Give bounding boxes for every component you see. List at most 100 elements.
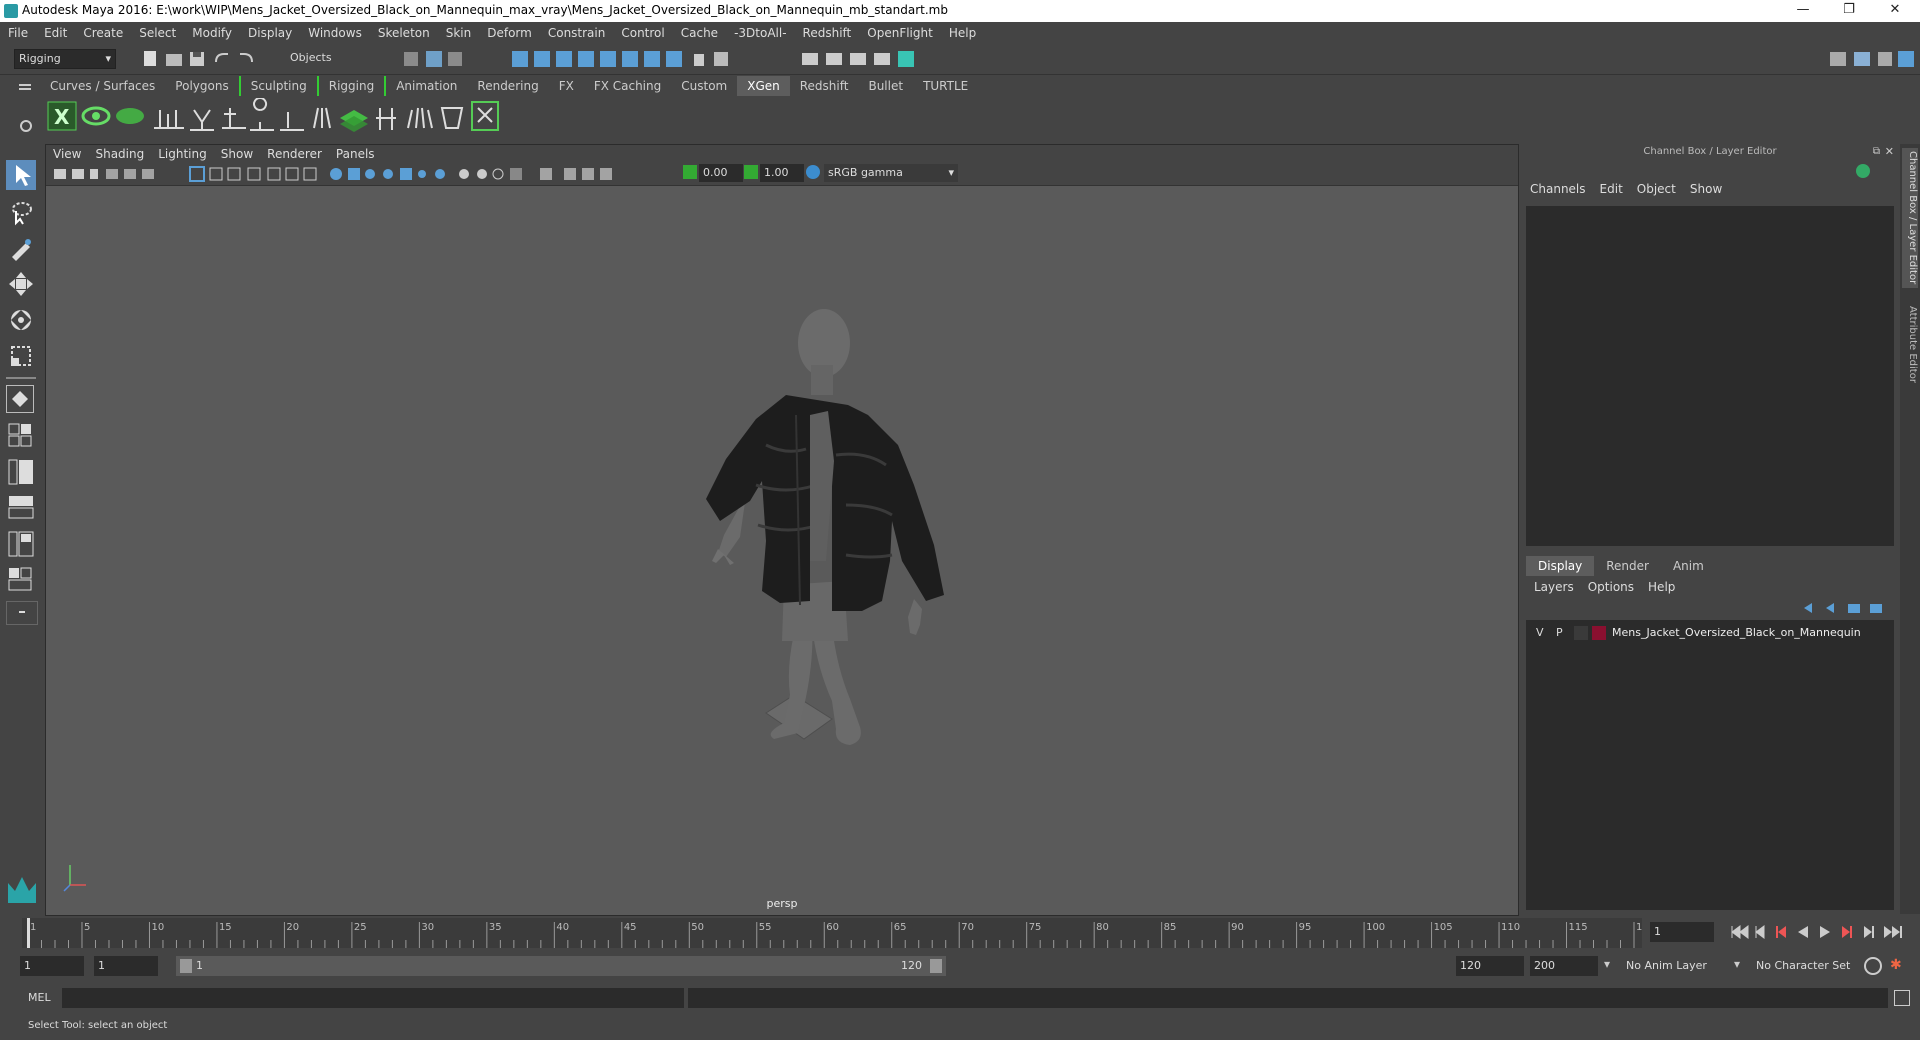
channel-box-area[interactable] xyxy=(1526,206,1894,546)
tab-turtle[interactable]: TURTLE xyxy=(913,76,978,96)
rotate-tool-button[interactable] xyxy=(6,305,36,335)
layer-list[interactable]: V P Mens_Jacket_Oversized_Black_on_Manne… xyxy=(1526,620,1894,910)
menu-file[interactable]: File xyxy=(0,22,36,44)
command-input[interactable] xyxy=(62,988,684,1008)
tab-curves-surfaces[interactable]: Curves / Surfaces xyxy=(40,76,165,96)
current-time-marker[interactable] xyxy=(27,918,30,948)
viewport-toolbar-icons[interactable] xyxy=(50,165,680,183)
tab-fx[interactable]: FX xyxy=(549,76,584,96)
side-tab-attribute-editor[interactable]: Attribute Editor xyxy=(1902,294,1918,394)
move-tool-button[interactable] xyxy=(6,269,36,299)
layer-playback-toggle[interactable]: P xyxy=(1556,626,1563,639)
range-slider-end-handle[interactable] xyxy=(930,959,942,973)
color-management-icon[interactable] xyxy=(806,165,820,179)
mannequin-jacket-model[interactable] xyxy=(646,305,966,785)
more-layouts-button[interactable] xyxy=(6,601,38,625)
menu-display[interactable]: Display xyxy=(240,22,300,44)
menu-skin[interactable]: Skin xyxy=(438,22,480,44)
command-language-label[interactable]: MEL xyxy=(28,991,51,1004)
colorspace-dropdown[interactable]: sRGB gamma ▾ xyxy=(824,164,958,182)
tab-custom[interactable]: Custom xyxy=(671,76,737,96)
tab-xgen[interactable]: XGen xyxy=(737,76,790,96)
vp-menu-lighting[interactable]: Lighting xyxy=(151,145,214,163)
menu-deform[interactable]: Deform xyxy=(479,22,540,44)
vp-menu-panels[interactable]: Panels xyxy=(329,145,382,163)
four-view-layout-button[interactable] xyxy=(6,421,36,451)
cb-menu-channels[interactable]: Channels xyxy=(1530,182,1586,196)
playback-start-field[interactable]: 1 xyxy=(94,956,158,976)
close-panel-icon[interactable]: ✕ xyxy=(1885,145,1894,158)
menu-control[interactable]: Control xyxy=(613,22,672,44)
chevron-down-icon[interactable]: ▾ xyxy=(1604,957,1610,971)
maximize-button[interactable]: ❐ xyxy=(1826,0,1872,22)
animation-start-field[interactable]: 1 xyxy=(20,956,84,976)
anim-layer-dropdown[interactable]: No Anim Layer xyxy=(1622,956,1738,976)
outliner-persp-layout-button[interactable] xyxy=(6,529,36,559)
layer-action-icons[interactable] xyxy=(1798,600,1892,616)
cb-menu-edit[interactable]: Edit xyxy=(1600,182,1623,196)
persp-uv-layout-button[interactable] xyxy=(6,565,36,595)
gamma-icon[interactable] xyxy=(744,165,758,179)
tab-render-layers[interactable]: Render xyxy=(1594,556,1661,576)
playback-end-field[interactable]: 120 xyxy=(1456,956,1524,976)
tab-rigging[interactable]: Rigging xyxy=(316,76,387,96)
menu-cache[interactable]: Cache xyxy=(673,22,726,44)
le-menu-options[interactable]: Options xyxy=(1588,580,1634,594)
layer-name[interactable]: Mens_Jacket_Oversized_Black_on_Mannequin xyxy=(1612,626,1861,639)
character-set-dropdown[interactable]: No Character Set xyxy=(1752,956,1868,976)
perspective-viewport[interactable]: View Shading Lighting Show Renderer Panels xyxy=(45,144,1519,916)
le-menu-layers[interactable]: Layers xyxy=(1534,580,1574,594)
tab-rendering[interactable]: Rendering xyxy=(467,76,548,96)
tab-bullet[interactable]: Bullet xyxy=(858,76,913,96)
tab-sculpting[interactable]: Sculpting xyxy=(238,76,317,96)
range-slider[interactable]: 1 120 xyxy=(176,956,946,976)
tab-display-layers[interactable]: Display xyxy=(1526,556,1595,576)
vp-menu-view[interactable]: View xyxy=(46,145,88,163)
persp-outliner-layout-button[interactable] xyxy=(6,457,36,487)
select-tool-button[interactable] xyxy=(6,160,36,190)
menu-constrain[interactable]: Constrain xyxy=(540,22,614,44)
menu-modify[interactable]: Modify xyxy=(184,22,240,44)
tab-anim-layers[interactable]: Anim xyxy=(1661,556,1716,576)
menu-skeleton[interactable]: Skeleton xyxy=(370,22,438,44)
menu-windows[interactable]: Windows xyxy=(300,22,370,44)
menu-3dtoall[interactable]: -3DtoAll- xyxy=(726,22,794,44)
gamma-field[interactable]: 1.00 xyxy=(760,164,804,182)
layer-visibility-toggle[interactable]: V xyxy=(1536,626,1544,639)
menu-edit[interactable]: Edit xyxy=(36,22,75,44)
lasso-tool-button[interactable] xyxy=(6,197,36,227)
side-tab-channel-box[interactable]: Channel Box / Layer Editor xyxy=(1902,148,1918,288)
cb-menu-object[interactable]: Object xyxy=(1637,182,1676,196)
persp-graph-layout-button[interactable] xyxy=(6,493,36,523)
exposure-field[interactable]: 0.00 xyxy=(699,164,743,182)
tab-fx-caching[interactable]: FX Caching xyxy=(584,76,671,96)
playback-controls[interactable] xyxy=(1728,922,1920,942)
vp-menu-shading[interactable]: Shading xyxy=(88,145,151,163)
panel-layout-icons[interactable] xyxy=(1826,48,1916,70)
layer-color-swatch[interactable] xyxy=(1592,626,1606,640)
menu-redshift[interactable]: Redshift xyxy=(795,22,860,44)
float-panel-icon[interactable]: ⧉ xyxy=(1873,146,1880,157)
minimize-button[interactable]: — xyxy=(1780,0,1826,22)
auto-key-icon[interactable] xyxy=(1864,957,1882,975)
time-slider[interactable]: 1 5 10 15 20 25 30 35 40 45 50 55 60 65 70 75 80 85 90 95 10… xyxy=(22,918,1655,948)
vp-menu-show[interactable]: Show xyxy=(214,145,260,163)
vp-menu-renderer[interactable]: Renderer xyxy=(260,145,329,163)
current-frame-field[interactable]: 1 xyxy=(1650,922,1714,942)
xgen-shelf-icons[interactable]: X xyxy=(40,98,540,136)
range-slider-start-handle[interactable] xyxy=(180,959,192,973)
single-perspective-layout-button[interactable] xyxy=(6,385,34,413)
tab-animation[interactable]: Animation xyxy=(386,76,467,96)
selection-mask-dropdown[interactable]: Objects xyxy=(286,49,382,67)
status-tool-icons[interactable] xyxy=(402,48,962,70)
file-icons-group[interactable] xyxy=(140,48,260,70)
shelf-options[interactable] xyxy=(14,78,36,134)
menu-set-dropdown[interactable]: Rigging ▾ xyxy=(14,49,116,69)
preferences-icon[interactable]: ✱ xyxy=(1890,957,1906,973)
layer-type-toggle[interactable] xyxy=(1574,626,1588,640)
exposure-icon[interactable] xyxy=(683,165,697,179)
gear-icon[interactable] xyxy=(20,120,32,132)
animation-end-field[interactable]: 200 xyxy=(1530,956,1598,976)
le-menu-help[interactable]: Help xyxy=(1648,580,1675,594)
menu-select[interactable]: Select xyxy=(131,22,184,44)
